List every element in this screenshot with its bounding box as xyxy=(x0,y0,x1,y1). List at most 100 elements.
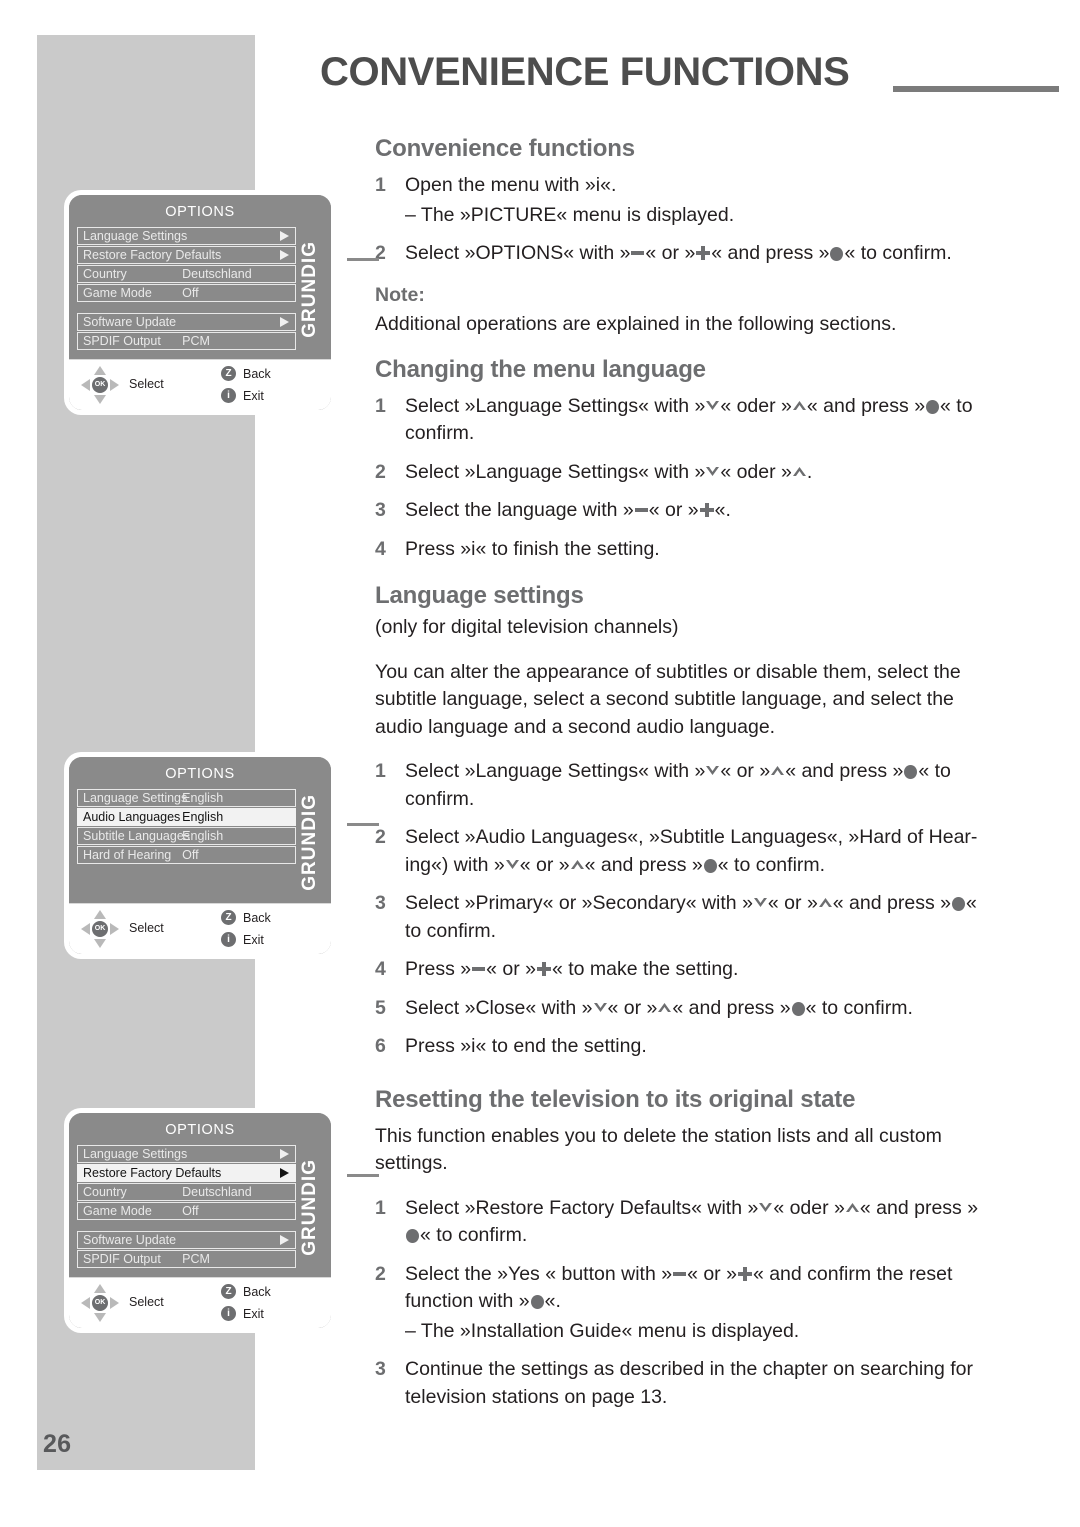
step-text: « or » xyxy=(607,996,658,1019)
step-item: 5 Select »Close« with » « or » « and press… xyxy=(375,995,990,1023)
back-key-row[interactable]: Z Back xyxy=(221,910,271,925)
tv-menu-row-value: PCM xyxy=(182,333,210,348)
step-number: 3 xyxy=(375,1358,386,1380)
down-arrow-icon xyxy=(505,859,519,869)
step-number: 5 xyxy=(375,996,386,1019)
step-text: Press »i« to end the setting. xyxy=(405,1035,647,1057)
minus-key-icon xyxy=(631,251,645,255)
tv-menu-row[interactable]: Language Settings English xyxy=(77,789,296,807)
step-text: « or » xyxy=(648,499,699,521)
step-number: 1 xyxy=(375,1196,386,1219)
dpad-right-icon xyxy=(110,1297,119,1309)
page-number: 26 xyxy=(43,1430,72,1458)
tv-menu-row-label: Software Update xyxy=(83,314,177,329)
ok-key-icon xyxy=(530,1295,544,1309)
step-number: 2 xyxy=(375,242,386,264)
ok-button-label: OK xyxy=(92,377,108,393)
tv-menu-row-selected[interactable]: Restore Factory Defaults xyxy=(77,1164,296,1182)
dpad-up-icon xyxy=(94,910,106,919)
step-text: Select »Language Settings« with » xyxy=(405,460,706,483)
step-text: « to confirm. xyxy=(717,853,826,876)
back-label: Back xyxy=(243,910,271,925)
step-item: 1 Select »Restore Factory Defaults« with… xyxy=(375,1195,990,1250)
tv-menu-row[interactable]: Game Mode Off xyxy=(77,1202,296,1220)
dpad-icon[interactable]: OK xyxy=(81,910,119,948)
exit-key-row[interactable]: i Exit xyxy=(221,932,264,947)
tv-menu-row[interactable]: Subtitle Languages English xyxy=(77,827,296,845)
dpad-icon[interactable]: OK xyxy=(81,366,119,404)
step-item: 3 Continue the settings as described in … xyxy=(375,1356,990,1411)
tv-menu-row-value: English xyxy=(182,809,224,824)
exit-label: Exit xyxy=(243,388,264,403)
tv-menu-row-selected[interactable]: Audio Languages English xyxy=(77,808,296,826)
heading-changing-menu-language: Changing the menu language xyxy=(375,355,706,383)
tv-menu-row[interactable]: Software Update xyxy=(77,313,296,331)
dpad-down-icon xyxy=(94,395,106,404)
tv-menu-row[interactable]: SPDIF Output PCM xyxy=(77,1250,296,1268)
exit-label: Exit xyxy=(243,1306,264,1321)
tv-menu-row[interactable]: Country Deutschland xyxy=(77,1183,296,1201)
tv-menu-row-label: Game Mode xyxy=(83,1203,152,1218)
step-text: « to make the setting. xyxy=(551,958,739,980)
tv-menu-row-label: SPDIF Output xyxy=(83,1251,161,1266)
tv-menu-row[interactable]: Language Settings xyxy=(77,227,296,245)
tv-menu-footer: OK Select Z Back i Exit xyxy=(69,1277,331,1328)
tv-menu-row-filler xyxy=(77,875,296,885)
step-text: « or » xyxy=(767,892,818,914)
up-arrow-icon xyxy=(792,400,806,410)
tv-menu-row[interactable]: Hard of Hearing Off xyxy=(77,846,296,864)
back-key-icon: Z xyxy=(221,910,236,925)
tv-menu-row[interactable]: Software Update xyxy=(77,1231,296,1249)
grundig-logo: GRUNDIG xyxy=(298,1158,320,1256)
tv-menu-row-filler xyxy=(77,885,296,895)
ok-key-icon xyxy=(904,765,918,779)
plus-key-icon xyxy=(536,962,551,976)
step-item: 2 Select »Language Settings« with » « ode… xyxy=(375,459,990,487)
tv-menu-row-value: Off xyxy=(182,847,199,862)
tv-menu-row-label: Audio Languages xyxy=(83,809,181,824)
step-number: 2 xyxy=(375,1262,386,1285)
step-text: « or » xyxy=(486,958,536,980)
step-text: Select »Primary« or »Secondary« with » xyxy=(405,892,753,914)
step-text: « oder » xyxy=(720,394,792,417)
dpad-down-icon xyxy=(94,939,106,948)
tv-menu-screenshot-3: OPTIONS Language Settings Restore Factory … xyxy=(64,1108,336,1333)
step-text: Select the »Yes « button with » xyxy=(405,1262,673,1285)
back-key-icon: Z xyxy=(221,1284,236,1299)
step-item: 6 Press »i« to end the setting. xyxy=(375,1033,990,1061)
exit-key-row[interactable]: i Exit xyxy=(221,1306,264,1321)
back-key-row[interactable]: Z Back xyxy=(221,366,271,381)
brand-column: GRUNDIG xyxy=(296,227,323,351)
tv-menu-row-gap xyxy=(77,865,296,875)
back-key-row[interactable]: Z Back xyxy=(221,1284,271,1299)
down-arrow-icon xyxy=(706,400,720,410)
down-arrow-icon xyxy=(706,766,720,775)
tv-menu-screenshot-1: OPTIONS Language Settings Restore Factory … xyxy=(64,190,336,415)
step-text: « and press » xyxy=(859,1196,979,1219)
exit-key-icon: i xyxy=(221,932,236,947)
step-item: 3 Select »Primary« or »Secondary« with »… xyxy=(375,890,990,945)
tv-menu-footer: OK Select Z Back i Exit xyxy=(69,359,331,410)
exit-key-row[interactable]: i Exit xyxy=(221,388,264,403)
step-text: «. xyxy=(544,1290,561,1312)
step-item: 1 Select »Language Settings« with » « or … xyxy=(375,758,990,813)
up-arrow-icon xyxy=(845,1202,859,1212)
tv-menu-row[interactable]: SPDIF Output PCM xyxy=(77,332,296,350)
down-arrow-icon xyxy=(759,1202,773,1212)
tv-menu-row[interactable]: Game Mode Off xyxy=(77,284,296,302)
tv-menu-row-label: Hard of Hearing xyxy=(83,847,172,862)
step-text: Select »Close« with » xyxy=(405,996,593,1019)
tv-menu-row[interactable]: Language Settings xyxy=(77,1145,296,1163)
ok-button-label: OK xyxy=(92,1295,108,1311)
step-number: 1 xyxy=(375,174,386,196)
plus-key-icon xyxy=(699,503,714,517)
dpad-icon[interactable]: OK xyxy=(81,1284,119,1322)
tv-menu-title: OPTIONS xyxy=(165,766,235,782)
tv-menu-footer: OK Select Z Back i Exit xyxy=(69,903,331,954)
tv-menu-row-label: SPDIF Output xyxy=(83,333,161,348)
grundig-logo: GRUNDIG xyxy=(298,793,320,891)
tv-menu-row[interactable]: Restore Factory Defaults xyxy=(77,246,296,264)
submenu-arrow-icon xyxy=(280,1167,289,1178)
tv-menu-row[interactable]: Country Deutschland xyxy=(77,265,296,283)
step-text: « and press » xyxy=(584,853,703,876)
